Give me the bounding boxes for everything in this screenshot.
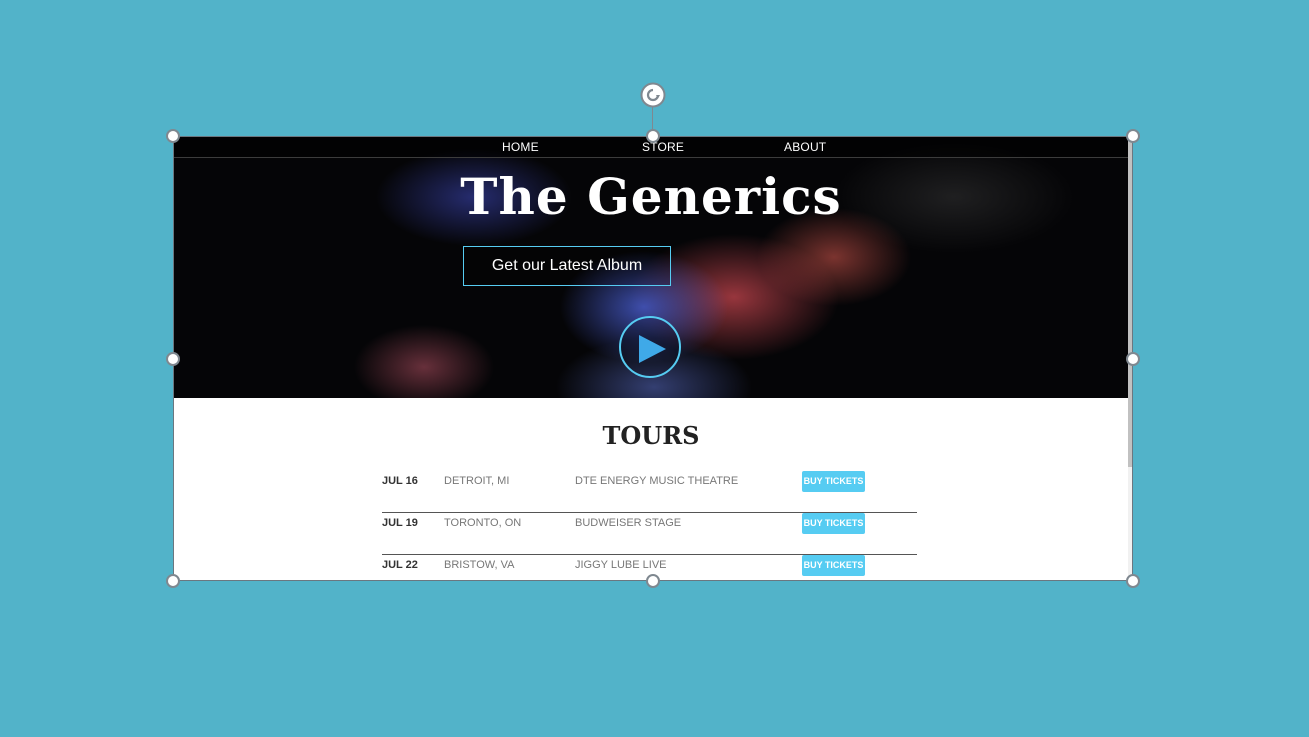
tour-row: JUL 16 DETROIT, MI DTE ENERGY MUSIC THEA… <box>382 471 917 513</box>
buy-tickets-button[interactable]: BUY TICKETS <box>802 471 865 492</box>
play-icon <box>639 335 666 363</box>
tour-city: TORONTO, ON <box>444 517 522 529</box>
resize-handle-right[interactable] <box>1126 352 1140 366</box>
nav-about-link[interactable]: ABOUT <box>784 140 826 154</box>
band-name-title: The Generics <box>460 167 842 226</box>
latest-album-button[interactable]: Get our Latest Album <box>463 246 671 286</box>
tour-date: JUL 19 <box>382 517 418 529</box>
tour-date: JUL 22 <box>382 559 418 571</box>
buy-tickets-button[interactable]: BUY TICKETS <box>802 513 865 534</box>
resize-handle-bottom-right[interactable] <box>1126 574 1140 588</box>
resize-handle-left[interactable] <box>166 352 180 366</box>
resize-handle-top[interactable] <box>646 129 660 143</box>
web-page: HOME STORE ABOUT The Generics Get our La… <box>174 137 1128 580</box>
tours-heading: TOURS <box>602 421 700 450</box>
tour-venue: JIGGY LUBE LIVE <box>575 559 667 571</box>
tour-venue: DTE ENERGY MUSIC THEATRE <box>575 475 739 487</box>
scrollbar-thumb[interactable] <box>1128 137 1132 467</box>
tour-city: BRISTOW, VA <box>444 559 515 571</box>
resize-handle-bottom-left[interactable] <box>166 574 180 588</box>
play-button[interactable] <box>619 316 681 378</box>
nav-home-link[interactable]: HOME <box>502 140 539 154</box>
tour-city: DETROIT, MI <box>444 475 510 487</box>
tour-row: JUL 19 TORONTO, ON BUDWEISER STAGE BUY T… <box>382 513 917 555</box>
nav-store-link[interactable]: STORE <box>642 140 684 154</box>
buy-tickets-button[interactable]: BUY TICKETS <box>802 555 865 576</box>
resize-handle-top-right[interactable] <box>1126 129 1140 143</box>
tour-venue: BUDWEISER STAGE <box>575 517 682 529</box>
resize-handle-top-left[interactable] <box>166 129 180 143</box>
hero-section: HOME STORE ABOUT The Generics Get our La… <box>174 137 1128 398</box>
rotate-icon[interactable] <box>640 82 666 108</box>
tour-date: JUL 16 <box>382 475 418 487</box>
resize-handle-bottom[interactable] <box>646 574 660 588</box>
